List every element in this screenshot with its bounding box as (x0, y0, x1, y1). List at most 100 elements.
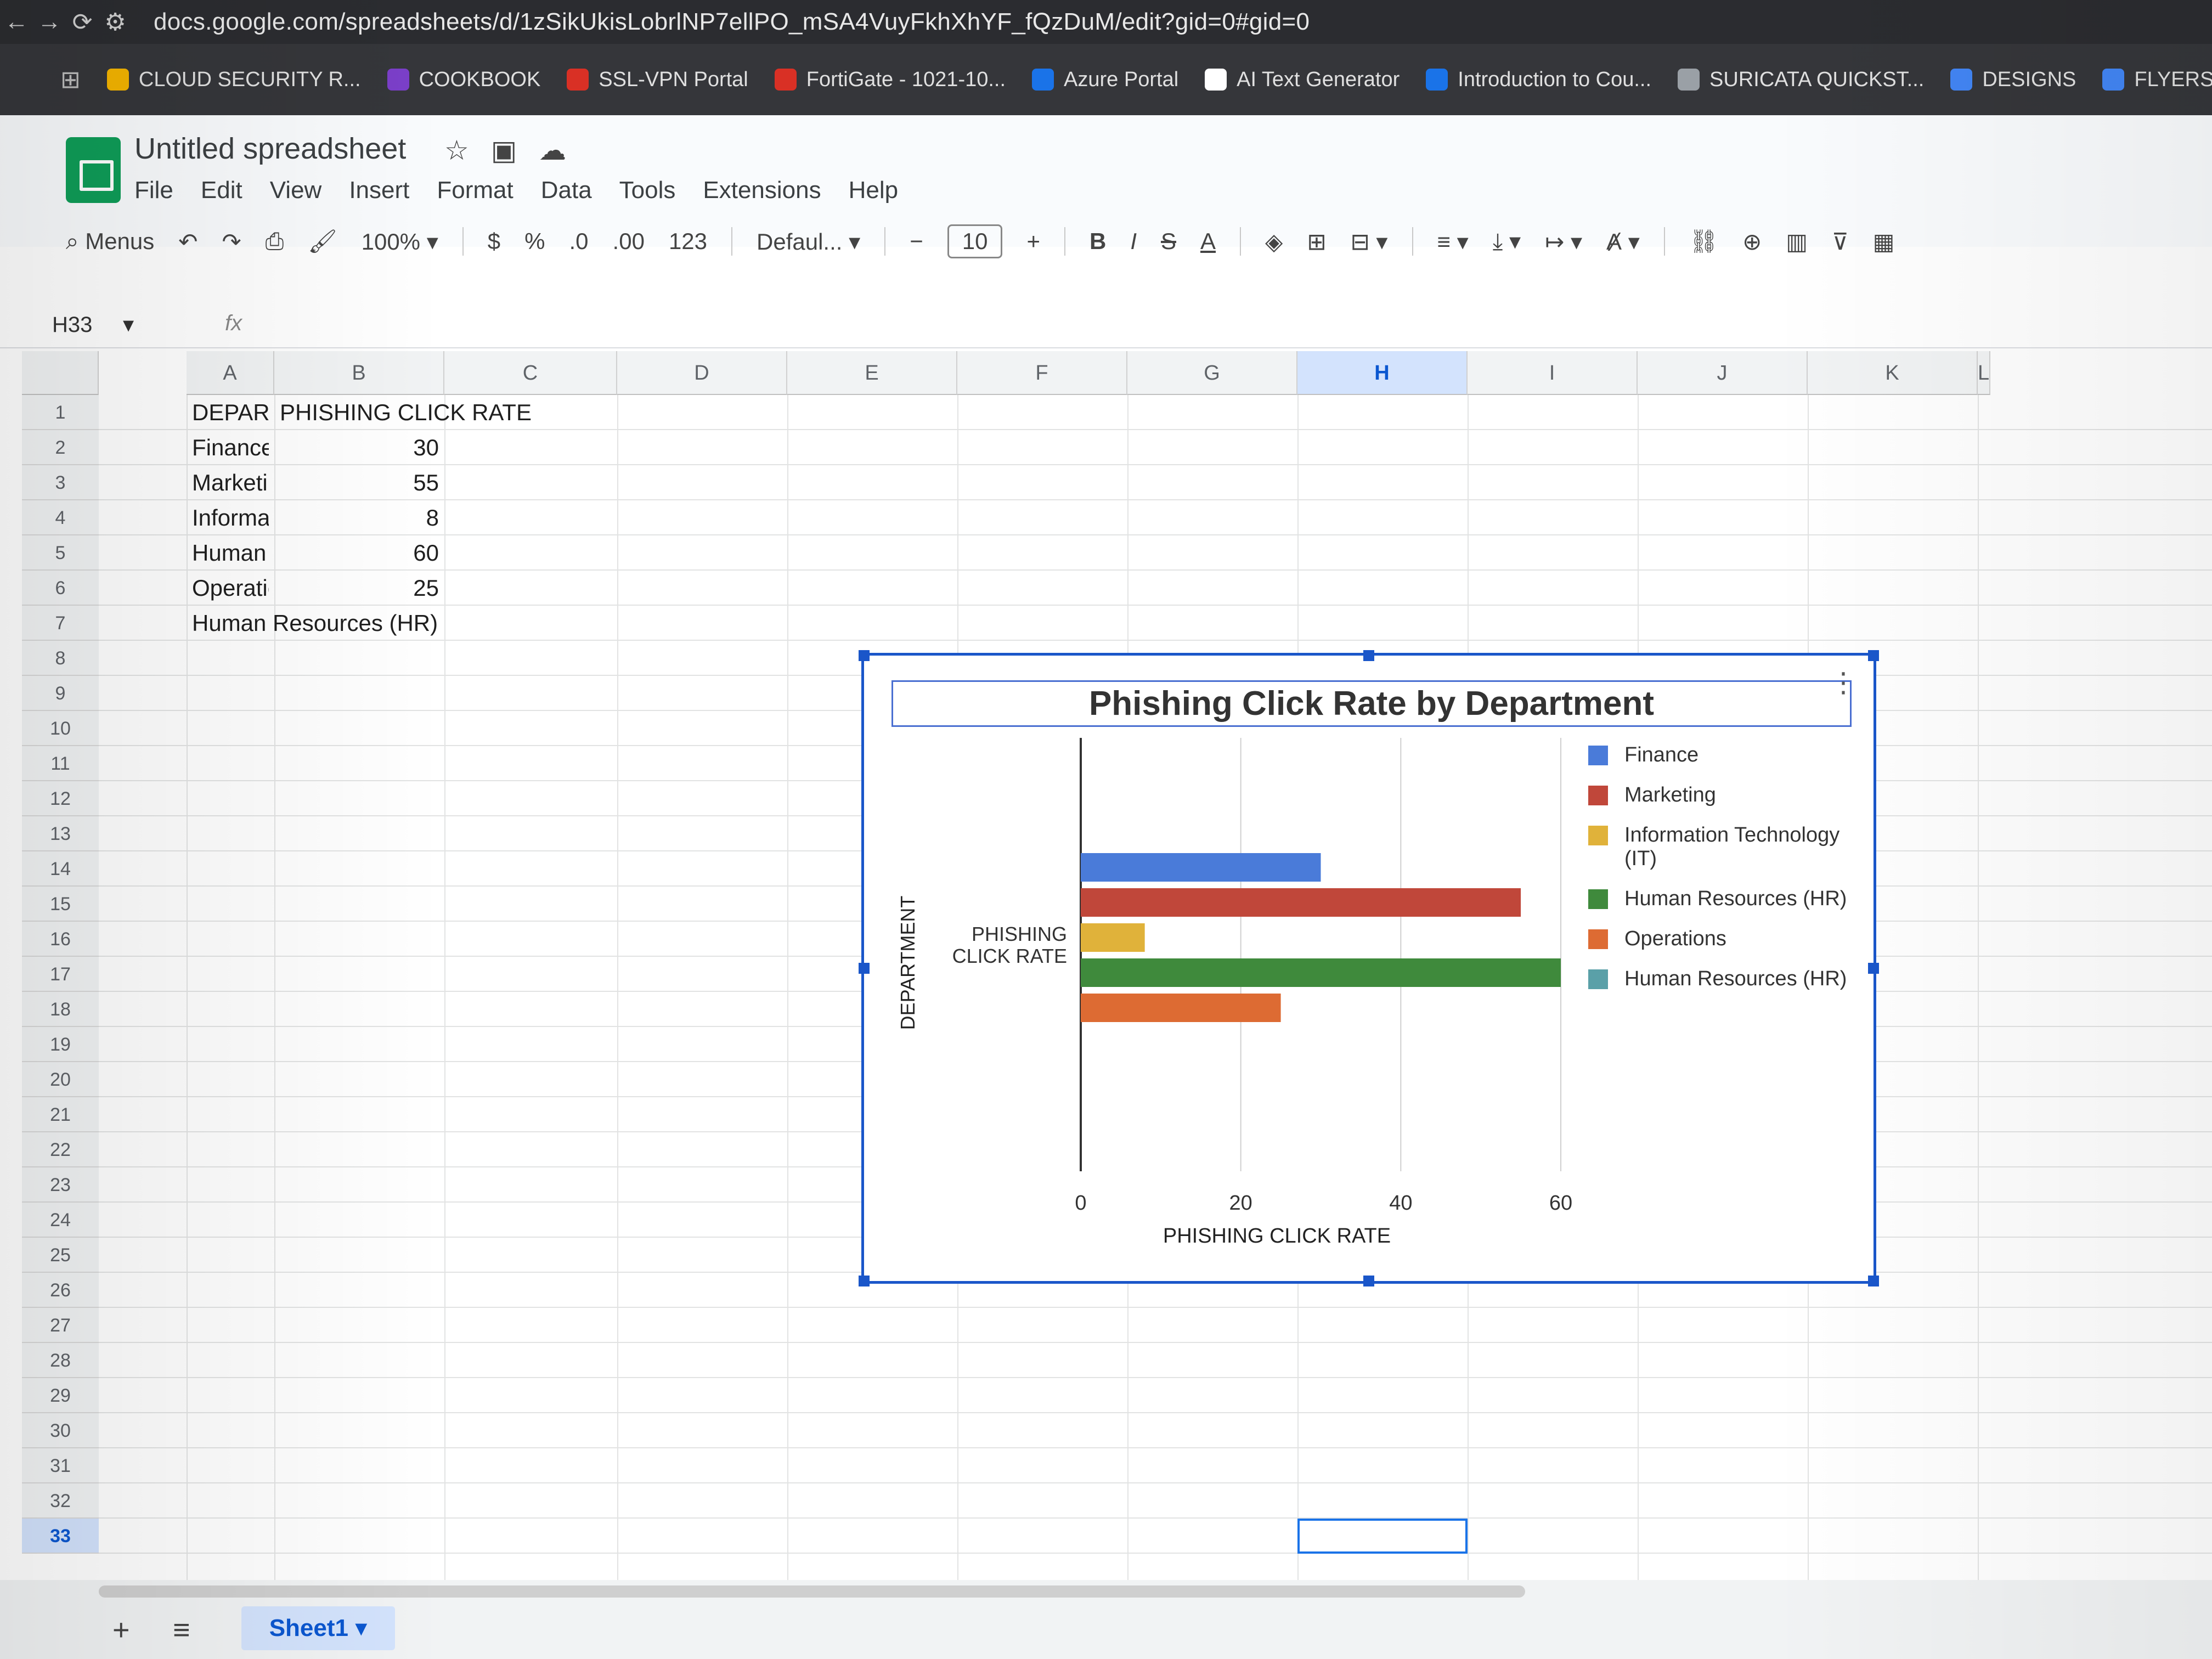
add-sheet-button[interactable]: + (112, 1613, 130, 1647)
bookmark-item[interactable]: COOKBOOK (387, 68, 540, 92)
resize-handle[interactable] (1868, 1276, 1879, 1286)
insert-comment-icon[interactable]: ⊕ (1742, 228, 1762, 255)
bookmark-item[interactable]: FLYERS (2102, 68, 2212, 92)
bar-chart[interactable]: Phishing Click Rate by Department ⋮ 0 20 40 6… (859, 650, 1879, 1286)
increase-decimal-button[interactable]: .00 (613, 228, 645, 255)
row-header[interactable]: 7 (22, 606, 99, 641)
row-header[interactable]: 9 (22, 676, 99, 711)
insert-link-icon[interactable]: ⛓ (1689, 228, 1718, 255)
row-header[interactable]: 22 (22, 1132, 99, 1167)
menu-file[interactable]: File (134, 177, 173, 204)
column-header-c[interactable]: C (444, 351, 617, 395)
zoom-select[interactable]: 100% ▾ (362, 228, 438, 255)
row-header[interactable]: 29 (22, 1378, 99, 1413)
menu-extensions[interactable]: Extensions (703, 177, 821, 204)
row-header[interactable]: 1 (22, 395, 99, 430)
legend-item[interactable]: Marketing (1588, 783, 1863, 807)
name-box[interactable]: H33 ▾ (52, 312, 134, 337)
row-header[interactable]: 18 (22, 992, 99, 1027)
text-color-icon[interactable]: A (1200, 228, 1216, 255)
row-header[interactable]: 6 (22, 571, 99, 606)
legend-item[interactable]: Human Resources (HR) (1588, 887, 1863, 911)
legend-item[interactable]: Finance (1588, 743, 1863, 767)
star-icon[interactable]: ☆ (444, 135, 491, 166)
legend-item[interactable]: Human Resources (HR) (1588, 967, 1863, 991)
column-header-j[interactable]: J (1638, 351, 1808, 395)
menu-tools[interactable]: Tools (619, 177, 676, 204)
cell-a5[interactable]: Human Resourc (192, 535, 269, 571)
row-header[interactable]: 20 (22, 1062, 99, 1097)
row-header[interactable]: 25 (22, 1238, 99, 1273)
row-header[interactable]: 28 (22, 1343, 99, 1378)
row-header[interactable]: 30 (22, 1413, 99, 1448)
column-header-d[interactable]: D (617, 351, 787, 395)
column-header-b[interactable]: B (274, 351, 444, 395)
chart-more-icon[interactable]: ⋮ (1830, 667, 1857, 698)
menu-view[interactable]: View (270, 177, 322, 204)
row-header[interactable]: 16 (22, 922, 99, 957)
cell-a3[interactable]: Marketing (192, 465, 269, 500)
menu-insert[interactable]: Insert (349, 177, 409, 204)
paint-format-icon[interactable]: 🖌 (308, 228, 337, 255)
menu-format[interactable]: Format (437, 177, 513, 204)
column-header-l[interactable]: L (1978, 351, 1991, 395)
document-title[interactable]: Untitled spreadsheet (134, 132, 406, 166)
filter-icon[interactable]: ⊽ (1832, 228, 1849, 255)
row-header[interactable]: 31 (22, 1448, 99, 1483)
sheets-logo-icon[interactable] (66, 137, 121, 203)
url-text[interactable]: docs.google.com/spreadsheets/d/1zSikUkis… (154, 8, 1310, 36)
row-header[interactable]: 27 (22, 1308, 99, 1343)
row-header[interactable]: 14 (22, 851, 99, 887)
all-sheets-button[interactable]: ≡ (173, 1613, 190, 1647)
cell-a7[interactable]: Human Resources (HR) (192, 606, 576, 641)
select-all-corner[interactable] (22, 351, 99, 395)
undo-icon[interactable]: ↶ (178, 228, 198, 255)
row-header[interactable]: 17 (22, 957, 99, 992)
print-icon[interactable]: ⎙ (266, 228, 284, 255)
row-header[interactable]: 2 (22, 430, 99, 465)
bookmark-item[interactable]: CLOUD SECURITY R... (106, 68, 361, 92)
redo-icon[interactable]: ↷ (222, 228, 241, 255)
legend-item[interactable]: Information Technology (IT) (1588, 823, 1863, 871)
selected-cell-h33[interactable] (1297, 1519, 1468, 1554)
row-header[interactable]: 15 (22, 887, 99, 922)
percent-button[interactable]: % (524, 228, 545, 255)
reload-icon[interactable]: ⟳ (66, 8, 99, 36)
row-header[interactable]: 8 (22, 641, 99, 676)
column-header-h[interactable]: H (1297, 351, 1468, 395)
cell-a2[interactable]: Finance (192, 430, 269, 465)
row-header[interactable]: 23 (22, 1167, 99, 1203)
cell-b6[interactable]: 25 (280, 571, 439, 606)
cell-b2[interactable]: 30 (280, 430, 439, 465)
cell-a4[interactable]: Information Tech (192, 500, 269, 535)
column-header-k[interactable]: K (1808, 351, 1978, 395)
insert-chart-icon[interactable]: ▥ (1786, 228, 1808, 255)
column-header-f[interactable]: F (957, 351, 1127, 395)
horizontal-scrollbar[interactable] (99, 1585, 1525, 1598)
row-header[interactable]: 33 (22, 1519, 99, 1554)
font-size-decrease-icon[interactable]: − (910, 228, 923, 255)
row-header[interactable]: 21 (22, 1097, 99, 1132)
cell-a6[interactable]: Operations (192, 571, 269, 606)
filter-views-icon[interactable]: ▦ (1873, 228, 1895, 255)
back-icon[interactable]: ← (0, 8, 33, 36)
menu-edit[interactable]: Edit (201, 177, 242, 204)
resize-handle[interactable] (1868, 650, 1879, 661)
row-header[interactable]: 11 (22, 746, 99, 781)
bookmark-item[interactable]: DESIGNS (1950, 68, 2076, 92)
cell-b3[interactable]: 55 (280, 465, 439, 500)
bookmark-item[interactable]: Introduction to Cou... (1426, 68, 1651, 92)
merge-cells-icon[interactable]: ⊟ ▾ (1351, 228, 1388, 255)
font-size-increase-icon[interactable]: + (1026, 228, 1040, 255)
row-header[interactable]: 4 (22, 500, 99, 535)
column-header-i[interactable]: I (1468, 351, 1638, 395)
decrease-decimal-button[interactable]: .0 (569, 228, 589, 255)
horizontal-align-icon[interactable]: ≡ ▾ (1437, 228, 1469, 255)
row-header[interactable]: 10 (22, 711, 99, 746)
fill-color-icon[interactable]: ◈ (1265, 228, 1283, 255)
borders-icon[interactable]: ⊞ (1307, 228, 1326, 255)
row-header[interactable]: 32 (22, 1483, 99, 1519)
cell-b4[interactable]: 8 (280, 500, 439, 535)
cell-b1[interactable]: PHISHING CLICK RATE (280, 395, 664, 430)
font-size-input[interactable]: 10 (947, 224, 1003, 258)
